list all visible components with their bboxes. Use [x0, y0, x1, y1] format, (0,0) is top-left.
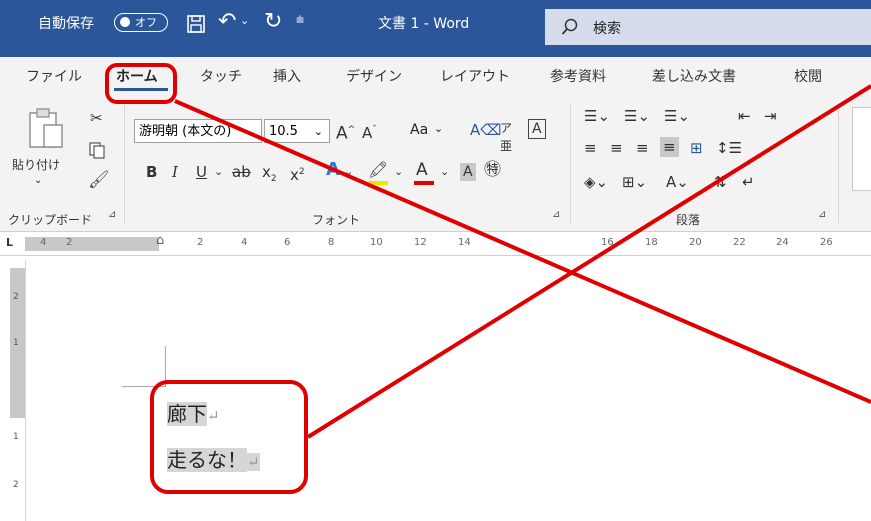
- annotation-lines: [174, 84, 871, 439]
- annotation-line: [306, 84, 871, 439]
- annotation-line: [174, 99, 871, 404]
